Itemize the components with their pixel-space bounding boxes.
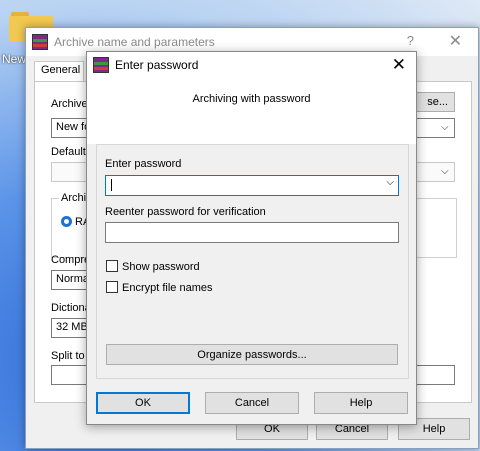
close-icon[interactable]: ✕ [392, 55, 406, 75]
winrar-icon [32, 34, 48, 50]
rar-radio[interactable] [61, 216, 72, 227]
chevron-down-icon[interactable]: ⌵ [441, 166, 449, 177]
tab-general[interactable]: General [34, 61, 84, 81]
chevron-down-icon[interactable]: ⌵ [386, 177, 394, 188]
enter-password-label: Enter password [105, 158, 182, 170]
dialog-message: Archiving with password [192, 93, 311, 105]
password-input[interactable]: ⌵ [105, 175, 399, 196]
show-password-label[interactable]: Show password [122, 261, 200, 273]
reenter-password-label: Reenter password for verification [105, 206, 266, 218]
text-caret [111, 179, 112, 191]
ok-button[interactable]: OK [96, 392, 190, 414]
dictionary-label: Dictiona [51, 302, 91, 314]
dialog-titlebar: Enter password ✕ [87, 52, 416, 78]
compression-label: Compre [51, 254, 91, 266]
back-window-title: Archive name and parameters [54, 35, 215, 49]
help-button[interactable]: Help [314, 392, 408, 414]
organize-passwords-button[interactable]: Organize passwords... [106, 344, 398, 365]
password-group: Enter password ⌵ Reenter password for ve… [96, 144, 409, 379]
close-icon[interactable]: ✕ [449, 31, 462, 51]
chevron-down-icon[interactable]: ⌵ [441, 122, 449, 133]
cancel-button[interactable]: Cancel [205, 392, 299, 414]
winrar-icon [93, 57, 109, 73]
encrypt-file-names-label[interactable]: Encrypt file names [122, 282, 212, 294]
default-profile-label: Default [51, 146, 86, 158]
show-password-checkbox[interactable] [106, 260, 118, 272]
desktop-folder-label: New [2, 52, 27, 66]
dialog-title: Enter password [115, 58, 199, 72]
help-icon[interactable]: ? [407, 33, 414, 48]
archive-name-label: Archive [51, 98, 88, 110]
split-label: Split to [51, 350, 85, 362]
enter-password-dialog: Enter password ✕ Archiving with password… [86, 51, 417, 425]
dialog-header: Archiving with password [87, 78, 416, 144]
encrypt-file-names-checkbox[interactable] [106, 281, 118, 293]
reenter-password-input[interactable] [105, 222, 399, 243]
